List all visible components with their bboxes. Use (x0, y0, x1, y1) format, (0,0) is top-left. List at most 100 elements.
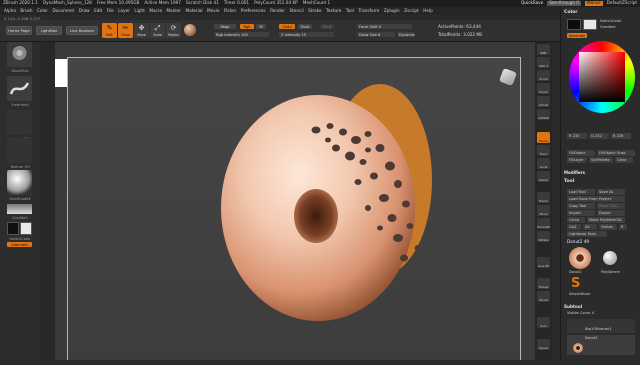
floor-button[interactable]: Floor (537, 145, 550, 156)
menus-toggle[interactable]: Menus (584, 1, 603, 6)
menu-brush[interactable]: Brush (20, 8, 32, 13)
secondary-color-swatch[interactable] (20, 222, 32, 235)
z-intensity-slider[interactable]: Z Intensity 25 (279, 32, 334, 37)
zcut-toggle[interactable]: Zcut (320, 24, 334, 29)
menu-alpha[interactable]: Alpha (4, 8, 16, 13)
load-tool-button[interactable]: Load Tool (567, 189, 595, 195)
frame-button[interactable]: Frame (537, 192, 550, 203)
goz-visible-button[interactable]: Visible (599, 224, 617, 230)
export-button[interactable]: Export (597, 210, 625, 216)
focal-shift-slider[interactable]: Focal Shift 0 (357, 24, 412, 29)
menu-document[interactable]: Document (52, 8, 74, 13)
texture-thumbnail[interactable] (7, 138, 32, 163)
dynamic-toggle[interactable]: Dynamic (397, 32, 415, 37)
menu-texture[interactable]: Texture (326, 8, 341, 13)
menu-layer[interactable]: Layer (118, 8, 130, 13)
draw-size-slider[interactable]: Draw Size 8 (357, 32, 395, 37)
gradient-swatch[interactable] (7, 204, 32, 214)
syspalette-button[interactable]: SysPalette (589, 157, 613, 163)
tool-thumb-polysphere[interactable] (603, 251, 617, 265)
switch-color-button[interactable]: SwitchColor (600, 19, 621, 24)
home-page-button[interactable]: Home Page (6, 26, 32, 35)
menu-preferences[interactable]: Preferences (241, 8, 266, 13)
aahalf-button[interactable]: AAHalf (537, 109, 550, 120)
menu-help[interactable]: Help (423, 8, 433, 13)
local-button[interactable]: Local (537, 158, 550, 169)
zoom-button[interactable]: Zoom (537, 83, 550, 94)
goz-all-button[interactable]: All (583, 224, 597, 230)
primary-color-swatch[interactable] (7, 222, 19, 235)
transp-button[interactable]: Transp (537, 278, 550, 289)
menu-draw[interactable]: Draw (79, 8, 90, 13)
menu-movie[interactable]: Movie (207, 8, 219, 13)
modifiers-header[interactable]: Modifiers (564, 170, 585, 175)
menu-zplugin[interactable]: Zplugin (384, 8, 400, 13)
brush-thumbnail[interactable] (7, 42, 32, 67)
material-sphere-icon[interactable] (184, 24, 196, 36)
alternate-button[interactable]: Alternate (7, 242, 32, 247)
current-tool-name[interactable]: Donut2 49 (567, 239, 589, 244)
donut-model[interactable] (68, 58, 522, 361)
actual-button[interactable]: Actual (537, 96, 550, 107)
rgb-toggle[interactable]: Rgb (240, 24, 254, 29)
document-canvas[interactable] (67, 57, 521, 360)
alpha-thumbnail[interactable] (7, 110, 32, 135)
draw-mode-button[interactable]: ✏ Draw (118, 23, 133, 38)
zoom3d-button[interactable]: Zoom3D (537, 218, 550, 229)
subtool-row-1[interactable]: Box2Offcenter1 (567, 319, 635, 333)
goz-r-button[interactable]: R (619, 224, 627, 230)
quicksave-button[interactable]: QuickSave (521, 1, 543, 5)
load-tools-from-project-button[interactable]: Load Tools From Project (567, 196, 625, 202)
rotate-mode-button[interactable]: ⟳ Rotate (166, 23, 181, 38)
simplebrush-icon[interactable]: S (571, 277, 585, 291)
m-toggle[interactable]: M (256, 24, 266, 29)
default-zscript[interactable]: DefaultZScript (607, 1, 637, 5)
zsub-toggle[interactable]: Zsub (298, 24, 312, 29)
edit-mode-button[interactable]: ✎ Edit (102, 23, 117, 38)
menu-transform[interactable]: Transform (358, 8, 379, 13)
live-boolean-button[interactable]: Live Boolean (66, 26, 98, 35)
ghost-button[interactable]: Ghost (537, 291, 550, 302)
current-color-swatch[interactable] (567, 19, 581, 30)
menu-marker[interactable]: Marker (167, 8, 181, 13)
menu-stencil[interactable]: Stencil (289, 8, 303, 13)
rgb-intensity-slider[interactable]: Rgb Intensity 100 (214, 32, 269, 37)
scale-mode-button[interactable]: ⤢ Scale (150, 23, 165, 38)
line-fill-button[interactable]: Line Fill (537, 257, 550, 268)
menu-render[interactable]: Render (270, 8, 285, 13)
alternate-color-swatch[interactable] (583, 19, 597, 30)
blue-value-field[interactable]: B 226 (611, 133, 631, 139)
paste-tool-button[interactable]: Paste Tool (597, 203, 625, 209)
menu-stroke[interactable]: Stroke (308, 8, 321, 13)
subtool-header[interactable]: Subtool (564, 304, 582, 309)
menu-light[interactable]: Light (134, 8, 144, 13)
material-thumbnail[interactable] (7, 170, 32, 195)
copy-tool-button[interactable]: Copy Tool (567, 203, 595, 209)
clone-button[interactable]: Clone (567, 217, 585, 223)
zadd-toggle[interactable]: Zadd (279, 24, 295, 29)
menu-picker[interactable]: Picker (224, 8, 236, 13)
fill-object-grad-button[interactable]: FillObject Grad (597, 150, 635, 156)
solo-button[interactable]: Solo (537, 317, 550, 328)
lightbox-button[interactable]: LightBox (36, 26, 62, 35)
red-value-field[interactable]: R 230 (567, 133, 587, 139)
fill-object-button[interactable]: FillObject (567, 150, 595, 156)
goz-button[interactable]: GoZ (567, 224, 581, 230)
save-as-button[interactable]: Save As (597, 189, 625, 195)
color-palette-header[interactable]: Color (564, 10, 578, 15)
move-view-button[interactable]: Move (537, 205, 550, 216)
green-value-field[interactable]: G 232 (589, 133, 609, 139)
switch-color-label[interactable]: SwitchColor (0, 237, 40, 241)
xpose-button[interactable]: Xpose (537, 339, 550, 350)
menu-file[interactable]: File (107, 8, 114, 13)
gizmo-button[interactable]: Gizmo (537, 171, 550, 182)
menu-zscript[interactable]: Zscript (404, 8, 419, 13)
see-through-slider[interactable]: See-through 0 (547, 1, 581, 6)
alternate-color-button[interactable]: Alternate (567, 33, 587, 38)
tool-palette-header[interactable]: Tool (564, 179, 574, 184)
fill-layer-button[interactable]: FillLayer (567, 157, 587, 163)
menu-tool[interactable]: Tool (346, 8, 354, 13)
subtool-row-2[interactable]: Donut2 (567, 335, 635, 355)
move-mode-button[interactable]: ✥ Move (134, 23, 149, 38)
viewport[interactable] (55, 42, 535, 360)
